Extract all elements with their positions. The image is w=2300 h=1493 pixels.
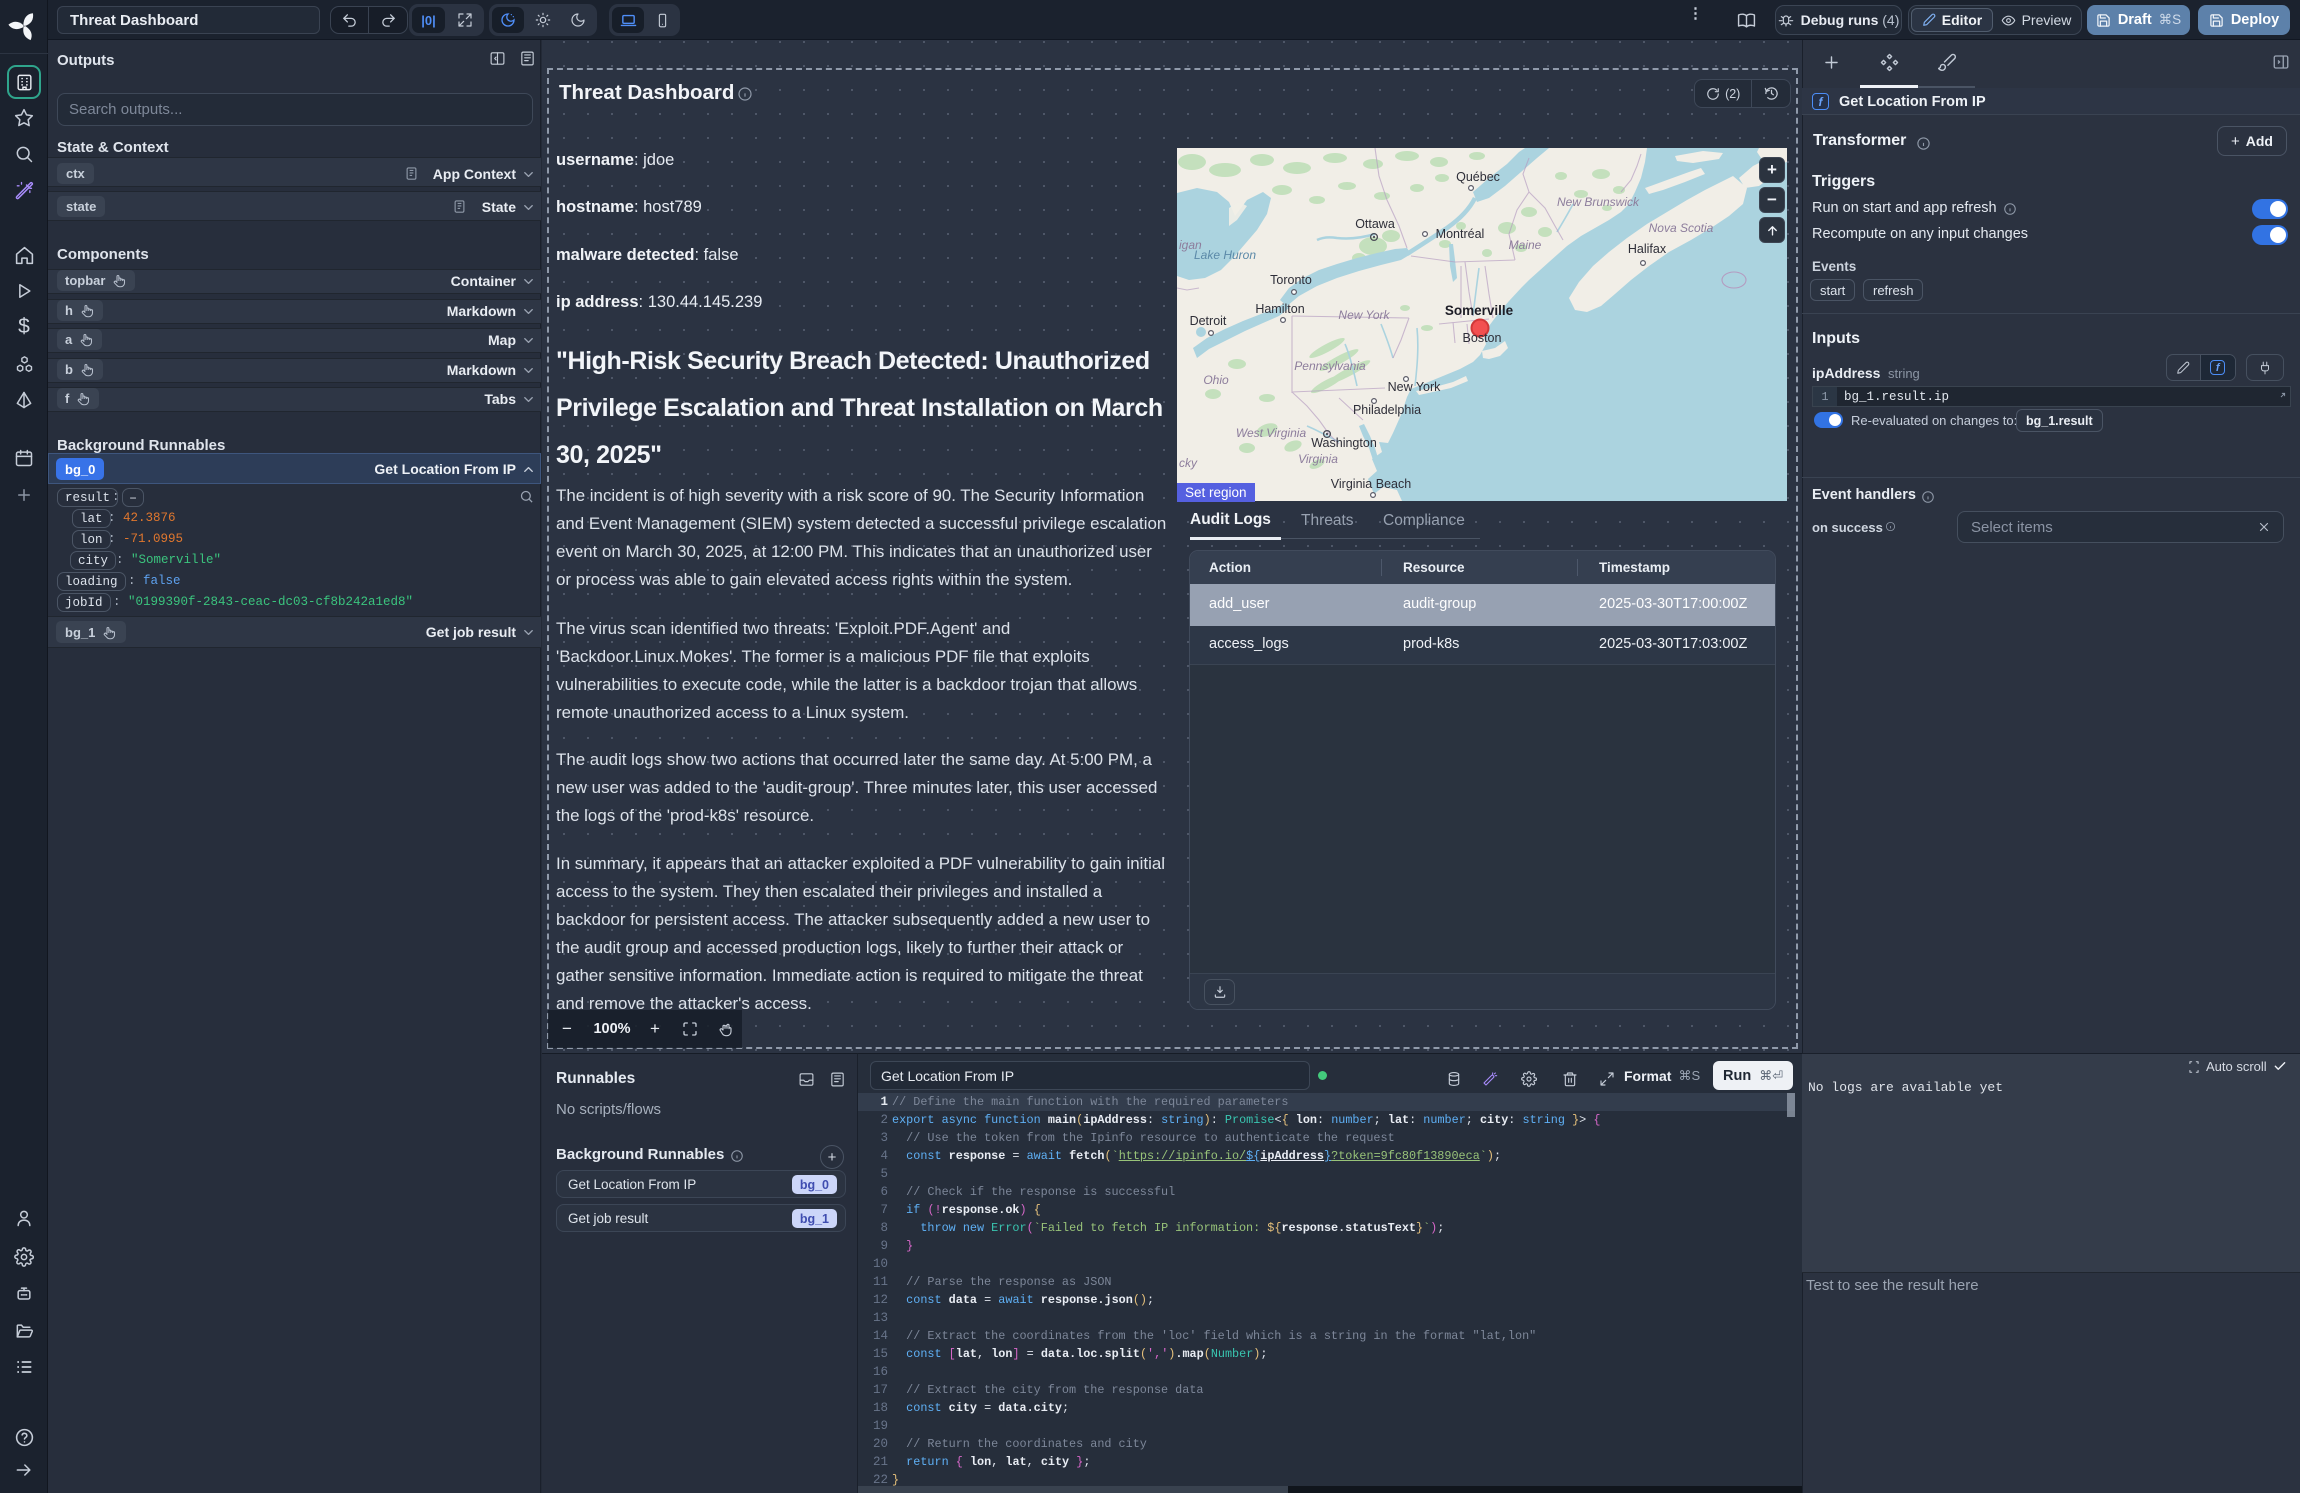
svg-text:Hamilton: Hamilton: [1255, 302, 1304, 316]
svg-text:New York: New York: [1388, 380, 1442, 394]
svg-text:Philadelphia: Philadelphia: [1353, 403, 1421, 417]
svg-text:Nova Scotia: Nova Scotia: [1649, 221, 1714, 235]
svg-text:Boston: Boston: [1463, 331, 1502, 345]
svg-text:Ohio: Ohio: [1203, 373, 1229, 387]
svg-text:Virginia: Virginia: [1298, 452, 1338, 466]
svg-text:Montréal: Montréal: [1436, 227, 1485, 241]
svg-text:Québec: Québec: [1456, 170, 1500, 184]
svg-text:Pennsylvania: Pennsylvania: [1294, 359, 1366, 373]
svg-text:New Brunswick: New Brunswick: [1557, 195, 1640, 209]
svg-text:Washington: Washington: [1311, 436, 1377, 450]
svg-text:Virginia Beach: Virginia Beach: [1331, 477, 1411, 491]
svg-text:Toronto: Toronto: [1270, 273, 1312, 287]
svg-text:Maine: Maine: [1509, 238, 1542, 252]
svg-text:Halifax: Halifax: [1628, 242, 1667, 256]
svg-text:Ottawa: Ottawa: [1355, 217, 1395, 231]
svg-text:New York: New York: [1338, 308, 1390, 322]
svg-text:Detroit: Detroit: [1190, 314, 1227, 328]
svg-text:Lake Huron: Lake Huron: [1194, 248, 1256, 262]
svg-text:cky: cky: [1179, 456, 1198, 470]
svg-text:Somerville: Somerville: [1445, 303, 1514, 318]
svg-text:West Virginia: West Virginia: [1236, 426, 1307, 440]
